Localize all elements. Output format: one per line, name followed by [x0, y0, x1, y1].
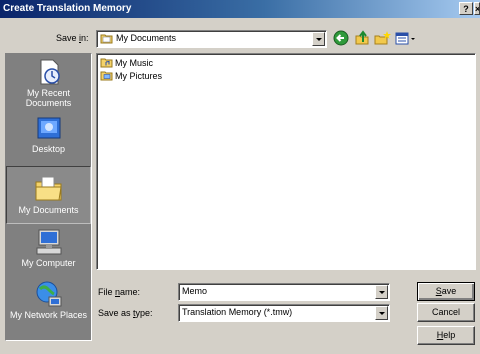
file-name-label: My Music: [115, 58, 153, 68]
help-button[interactable]: Help: [417, 326, 475, 345]
place-history[interactable]: My Recent Documents: [6, 58, 91, 114]
save-as-type-label-end: ype:: [135, 308, 153, 318]
network-places-icon: [36, 281, 61, 307]
place-my-computer[interactable]: My Computer: [6, 228, 91, 278]
cancel-button-label: Cancel: [431, 307, 460, 317]
save-as-type-select[interactable]: Translation Memory (*.tmw): [178, 304, 390, 322]
list-item[interactable]: My Pictures: [100, 70, 162, 82]
file-name-dropdown-arrow[interactable]: [375, 285, 388, 299]
help-button-label: elp: [443, 330, 456, 340]
place-my-computer-label: My Computer: [21, 258, 76, 268]
recent-documents-icon: [40, 59, 60, 85]
save-in-label-text: Save: [56, 33, 80, 43]
up-folder-icon[interactable]: [354, 30, 370, 46]
new-folder-icon[interactable]: [374, 30, 391, 46]
place-history-label: My Recent Documents: [25, 88, 72, 108]
window-title: Create Translation Memory: [3, 3, 132, 14]
place-my-documents[interactable]: My Documents: [6, 166, 91, 224]
save-button[interactable]: Save: [417, 282, 475, 301]
place-my-documents-label: My Documents: [18, 205, 79, 215]
save-in-dropdown-arrow[interactable]: [312, 32, 325, 46]
file-name-field[interactable]: Memo: [178, 283, 390, 301]
file-list[interactable]: My Music My Pictures: [96, 53, 476, 270]
place-desktop-label: Desktop: [31, 144, 66, 154]
file-name-label-text: File: [98, 287, 116, 297]
save-as-type-dropdown-arrow[interactable]: [375, 306, 388, 320]
place-my-network[interactable]: My Network Places: [6, 280, 91, 338]
file-name-value[interactable]: Memo: [182, 286, 207, 296]
title-bar: Create Translation Memory ? ×: [0, 0, 480, 18]
save-button-label: ave: [441, 286, 457, 296]
desktop-icon: [37, 117, 60, 139]
save-in-value: My Documents: [116, 33, 177, 43]
pictures-folder-icon: [100, 71, 113, 81]
save-as-type-label-group: Save as type:: [98, 308, 153, 318]
views-menu-icon[interactable]: [395, 30, 417, 46]
file-name-label: My Pictures: [115, 71, 163, 81]
save-as-type-value: Translation Memory (*.tmw): [182, 307, 293, 317]
file-name-label-end: ame:: [120, 287, 141, 297]
help-title-button[interactable]: ?: [459, 2, 473, 15]
my-documents-icon: [35, 176, 62, 201]
save-as-type-label-text: Save as: [98, 308, 134, 318]
my-computer-icon: [36, 229, 61, 255]
places-bar: My Recent Documents Desktop My Documents…: [5, 53, 92, 341]
close-title-button[interactable]: ×: [474, 2, 480, 15]
back-icon[interactable]: [333, 30, 349, 46]
place-my-network-label: My Network Places: [9, 310, 88, 320]
my-documents-small-icon: [100, 34, 113, 44]
cancel-button[interactable]: Cancel: [417, 303, 475, 322]
save-in-combo[interactable]: My Documents: [96, 30, 327, 48]
save-in-label: Save in:: [56, 33, 89, 43]
list-item[interactable]: My Music: [100, 57, 153, 69]
save-in-label-end: n:: [81, 33, 89, 43]
music-folder-icon: [100, 58, 113, 68]
place-desktop[interactable]: Desktop: [6, 116, 91, 160]
file-name-label-group: File name:: [98, 287, 140, 297]
